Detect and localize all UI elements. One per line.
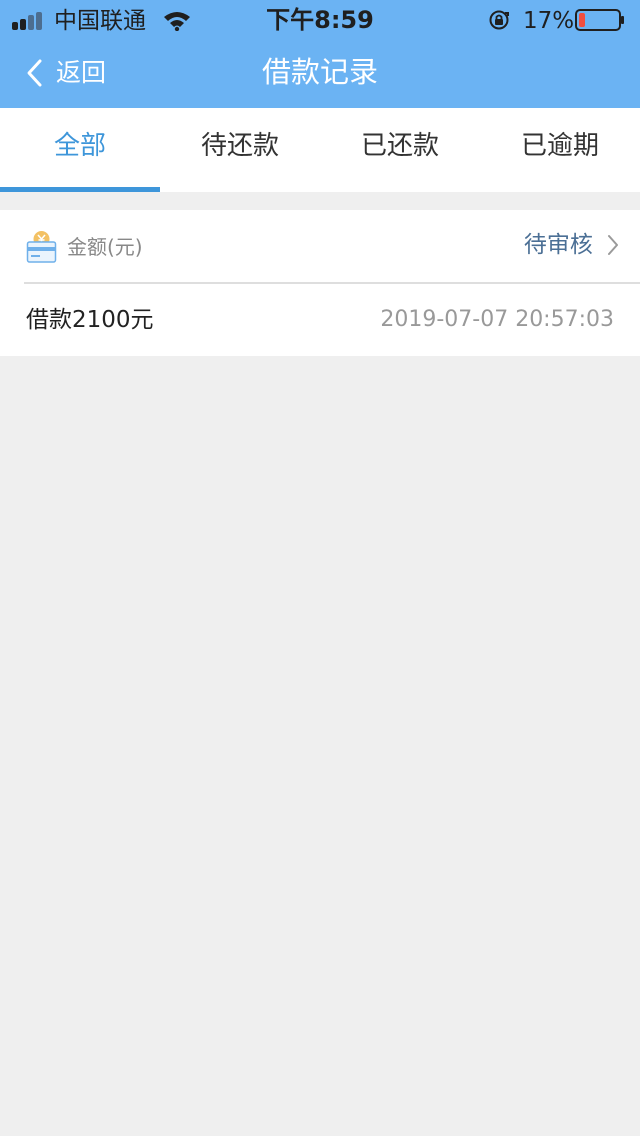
battery-icon xyxy=(575,9,624,31)
tab-bar: 全部 待还款 已还款 已逾期 xyxy=(0,108,640,192)
tab-all[interactable]: 全部 xyxy=(0,104,160,188)
tab-pending-repayment[interactable]: 待还款 xyxy=(160,104,320,188)
status-bar: 中国联通 下午8:59 17% xyxy=(0,0,640,40)
top-bar: 中国联通 下午8:59 17% 返回 借款记录 xyxy=(0,0,640,108)
battery-percent: 17% xyxy=(523,8,575,34)
battery-fill xyxy=(579,13,585,27)
record-header: 金额(元) 待审核 xyxy=(0,210,640,283)
nav-bar: 返回 借款记录 xyxy=(0,40,640,108)
tab-repaid[interactable]: 已还款 xyxy=(320,104,480,188)
amount-label: 金额(元) xyxy=(67,235,143,259)
tab-overdue[interactable]: 已逾期 xyxy=(480,104,640,188)
loan-title: 借款2100元 xyxy=(26,307,154,333)
wallet-card-icon xyxy=(26,231,57,263)
record-status-link[interactable]: 待审核 xyxy=(524,228,620,262)
divider xyxy=(24,282,640,284)
page-title: 借款记录 xyxy=(261,55,378,89)
record-status: 待审核 xyxy=(523,232,593,258)
loan-timestamp: 2019-07-07 20:57:03 xyxy=(380,307,614,332)
chevron-right-icon xyxy=(608,235,618,255)
active-tab-indicator xyxy=(0,187,160,192)
loan-record-card[interactable]: 金额(元) 待审核 借款2100元 2019-07-07 20:57:03 xyxy=(0,210,640,356)
orientation-lock-icon xyxy=(489,10,509,30)
